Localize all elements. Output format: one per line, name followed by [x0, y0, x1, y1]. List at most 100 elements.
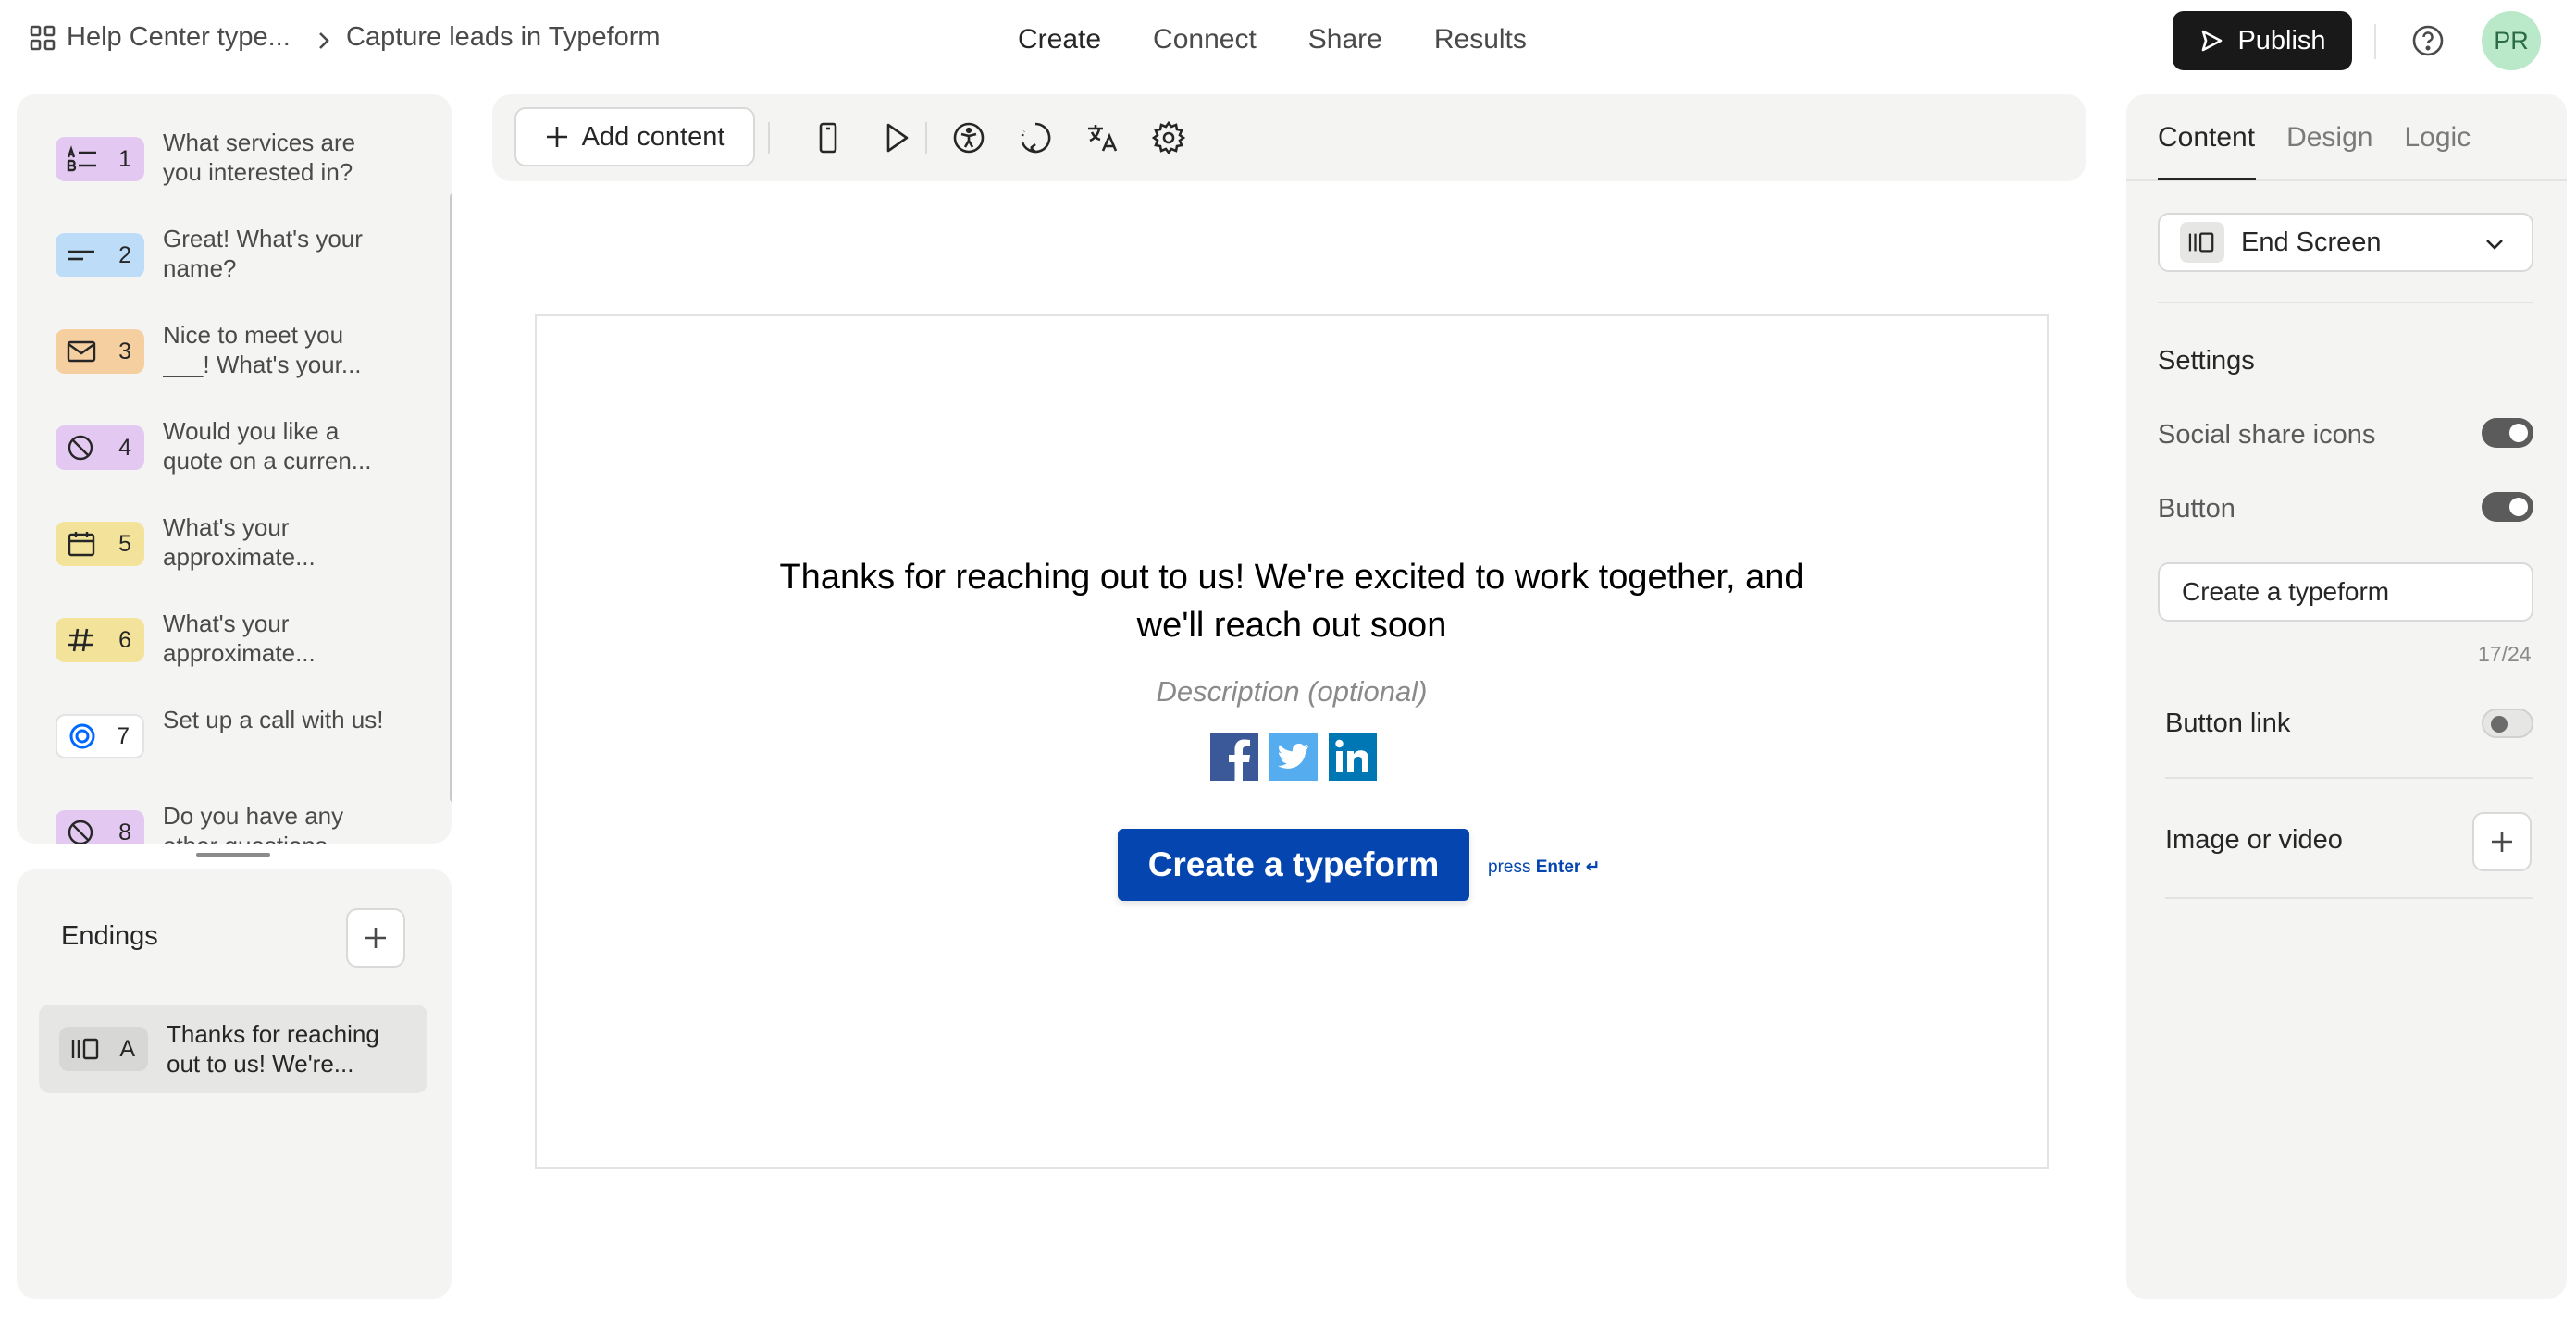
question-number: 2 — [118, 241, 131, 268]
play-preview-icon[interactable] — [879, 120, 914, 155]
social-share-label: Social share icons — [2158, 420, 2376, 450]
question-title: Set up a call with us! — [163, 706, 384, 733]
add-content-label: Add content — [581, 121, 725, 152]
end-screen-description[interactable]: Description (optional) — [537, 675, 2047, 709]
end-screen-icon-box — [2180, 222, 2224, 263]
accessibility-icon[interactable] — [951, 120, 986, 155]
publish-button[interactable]: Publish — [2173, 11, 2352, 70]
screen-type-select[interactable]: End Screen — [2158, 213, 2533, 272]
press-hint-text: press — [1488, 857, 1531, 877]
button-link-toggle[interactable] — [2482, 709, 2533, 738]
panel-resize-handle[interactable] — [196, 853, 270, 857]
nav-connect[interactable]: Connect — [1153, 24, 1257, 55]
end-screen-title-line-1: Thanks for reaching out to us! We're exc… — [779, 558, 1804, 597]
ending-badge: A — [59, 1027, 148, 1071]
question-item-6[interactable]: 6 What's your approximate... — [56, 609, 426, 686]
translate-icon[interactable] — [1084, 120, 1120, 155]
tab-content[interactable]: Content — [2158, 122, 2255, 154]
button-text-input[interactable]: Create a typeform — [2158, 562, 2533, 622]
question-badge: 2 — [56, 233, 144, 277]
add-ending-button[interactable] — [346, 908, 405, 968]
question-title: Nice to meet you ___! What's your... — [163, 321, 362, 378]
section-divider — [2158, 302, 2533, 303]
section-divider — [2165, 897, 2533, 899]
button-toggle[interactable] — [2482, 492, 2533, 522]
press-hint-key: Enter ↵ — [1535, 857, 1601, 877]
question-item-8[interactable]: 8 Do you have any other questions... — [56, 801, 426, 844]
form-name[interactable]: Capture leads in Typeform — [346, 22, 661, 53]
header-divider — [2374, 24, 2376, 59]
top-bar: Help Center type... Capture leads in Typ… — [0, 0, 2576, 83]
ending-item-a[interactable]: A Thanks for reaching out to us! We're..… — [39, 1005, 427, 1093]
question-title: What's your approximate... — [163, 610, 316, 667]
multiple-choice-icon — [67, 145, 96, 172]
press-enter-hint: press Enter ↵ — [1488, 857, 1601, 878]
question-item-5[interactable]: 5 What's your approximate... — [56, 512, 426, 590]
end-screen-title[interactable]: Thanks for reaching out to us! We're exc… — [537, 553, 2047, 649]
question-list-scrollbar[interactable] — [450, 192, 452, 803]
button-link-label: Button link — [2165, 709, 2291, 738]
settings-gear-icon[interactable] — [1151, 120, 1186, 155]
toggle-knob — [2491, 716, 2508, 733]
ending-letter: A — [119, 1035, 135, 1062]
question-item-1[interactable]: 1 What services are you interested in? — [56, 128, 426, 205]
mobile-preview-icon[interactable] — [811, 120, 846, 155]
tab-logic[interactable]: Logic — [2404, 122, 2471, 154]
twitter-icon[interactable] — [1269, 733, 1318, 781]
email-icon — [67, 340, 96, 363]
question-item-4[interactable]: 4 Would you like a quote on a curren... — [56, 416, 426, 494]
toolbar-divider — [925, 122, 927, 154]
add-image-video-button[interactable] — [2472, 812, 2532, 871]
section-divider — [2165, 777, 2533, 779]
ending-title: Thanks for reaching out to us! We're... — [167, 1020, 379, 1078]
breadcrumb-workspace[interactable]: Help Center type... — [28, 22, 291, 53]
button-text-counter: 17/24 — [2478, 642, 2532, 666]
endings-title: Endings — [61, 921, 158, 951]
endings-panel: Endings A Thanks for reaching out to us!… — [17, 869, 452, 1299]
question-title: Would you like a quote on a curren... — [163, 417, 372, 475]
plus-icon — [365, 928, 386, 948]
question-item-7[interactable]: 7 Set up a call with us! — [56, 705, 426, 783]
question-number: 7 — [117, 722, 130, 749]
publish-label: Publish — [2237, 25, 2326, 55]
legal-icon — [68, 435, 93, 461]
question-badge: 7 — [56, 714, 144, 758]
social-share-icons — [1210, 733, 1377, 781]
workspace-name[interactable]: Help Center type... — [67, 22, 291, 53]
end-screen-cta-button[interactable]: Create a typeform — [1118, 829, 1469, 901]
toggle-knob — [2509, 424, 2528, 442]
question-title: What services are you interested in? — [163, 129, 356, 186]
end-screen-preview[interactable]: Thanks for reaching out to us! We're exc… — [535, 314, 2049, 1169]
nav-share[interactable]: Share — [1308, 24, 1382, 55]
settings-panel: Content Design Logic End Screen Settings… — [2126, 94, 2567, 1299]
question-number: 1 — [118, 145, 131, 172]
short-text-icon — [68, 250, 94, 261]
avatar[interactable]: PR — [2482, 11, 2541, 70]
end-screen-title-line-2: we'll reach out soon — [1136, 606, 1447, 645]
facebook-icon[interactable] — [1210, 733, 1258, 781]
question-badge: 3 — [56, 329, 144, 374]
number-icon — [68, 628, 93, 652]
add-content-button[interactable]: Add content — [514, 107, 755, 166]
chevron-right-icon — [319, 32, 329, 49]
question-item-2[interactable]: 2 Great! What's your name? — [56, 224, 426, 302]
breadcrumb-form[interactable]: Capture leads in Typeform — [346, 22, 661, 53]
progress-bar-icon[interactable] — [1018, 120, 1053, 155]
linkedin-icon[interactable] — [1329, 733, 1377, 781]
settings-title: Settings — [2158, 346, 2255, 376]
nav-create[interactable]: Create — [1018, 24, 1101, 55]
button-setting-label: Button — [2158, 494, 2235, 524]
end-screen-icon — [71, 1038, 99, 1060]
send-icon — [2202, 30, 2223, 52]
help-icon[interactable] — [2411, 24, 2445, 57]
end-screen-icon — [2188, 232, 2214, 253]
social-share-toggle[interactable] — [2482, 418, 2533, 448]
question-list-panel: 1 What services are you interested in? 2… — [17, 94, 452, 844]
nav-results[interactable]: Results — [1434, 24, 1527, 55]
tab-design[interactable]: Design — [2286, 122, 2372, 154]
question-number: 4 — [118, 434, 131, 461]
question-title: Do you have any other questions... — [163, 802, 347, 844]
question-item-3[interactable]: 3 Nice to meet you ___! What's your... — [56, 320, 426, 398]
question-badge: 8 — [56, 810, 144, 844]
main-nav: Create Connect Share Results — [1018, 24, 1579, 55]
